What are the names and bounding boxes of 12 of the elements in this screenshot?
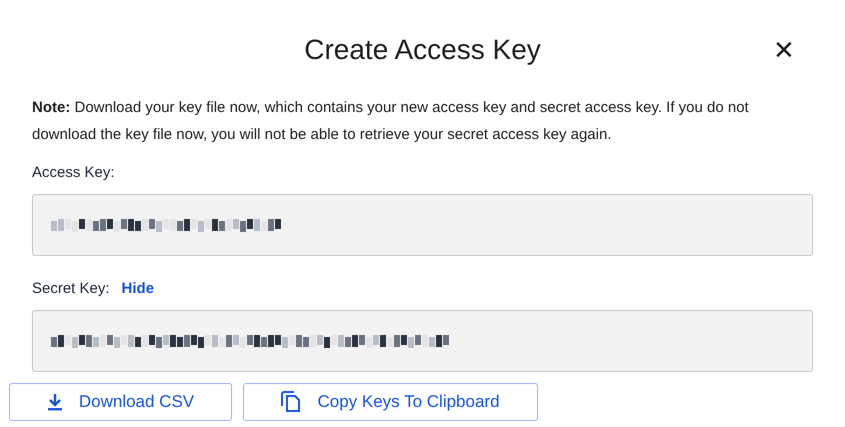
copy-keys-button[interactable]: Copy Keys To Clipboard	[243, 383, 538, 421]
field-label: Access Key:	[32, 162, 115, 183]
download-icon	[46, 393, 63, 411]
dialog-title: Create Access Key	[304, 33, 541, 67]
close-button[interactable]: ✕	[768, 34, 800, 66]
copy-icon	[281, 391, 302, 413]
download-button[interactable]: Download CSV	[9, 383, 232, 421]
key-field[interactable]	[32, 194, 813, 256]
note-text: Note: Download your key file now, which contains your new access key and secret access key. If you do not download the key file now, you will not be able to retrieve your secret access key again.	[32, 98, 750, 145]
hide-link[interactable]: Hide	[122, 278, 154, 300]
key-field[interactable]	[32, 310, 813, 372]
field-label: Secret Key:	[32, 278, 110, 299]
